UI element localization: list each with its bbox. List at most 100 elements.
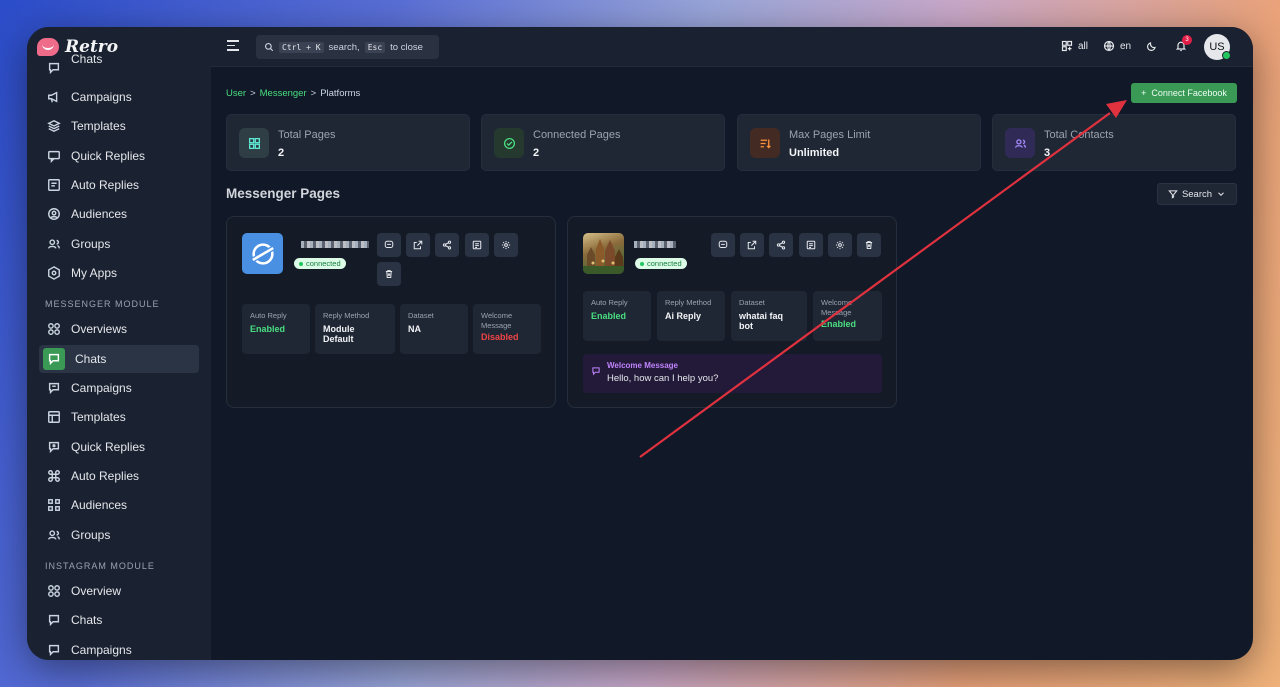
chat-button[interactable] [377, 233, 401, 257]
search-filter-button[interactable]: Search [1157, 183, 1237, 205]
sidebar-item-label: Templates [71, 119, 126, 133]
field-dataset: Dataset whatai faq bot [731, 291, 807, 341]
page-name-redacted [634, 241, 676, 248]
sidebar-item-audiences[interactable]: Audiences [39, 200, 199, 228]
grid-icon [239, 128, 269, 158]
sidebar-item-label: Audiences [71, 498, 128, 512]
sidebar-item-quick-replies-messenger[interactable]: Quick Replies [39, 433, 199, 461]
sidebar-item-label: Chats [71, 613, 103, 627]
sidebar-item-chats[interactable]: Chats [39, 345, 199, 373]
sidebar-item-campaigns[interactable]: Campaigns [39, 83, 199, 111]
settings-button[interactable] [494, 233, 518, 257]
stat-value: 3 [1044, 147, 1051, 159]
field-label: Welcome Message [821, 298, 853, 317]
sidebar-item-campaigns-messenger[interactable]: Campaigns [39, 374, 199, 402]
sidebar-item-groups[interactable]: Groups [39, 230, 199, 258]
sidebar-item-label: Chats [75, 352, 107, 366]
sidebar-item-auto-replies-messenger[interactable]: Auto Replies [39, 462, 199, 490]
sidebar-item-chats-top[interactable]: Chats [39, 53, 199, 75]
details-button[interactable] [799, 233, 823, 257]
section-label-instagram: INSTAGRAM MODULE [45, 561, 155, 571]
menu-toggle-button[interactable] [227, 40, 239, 52]
share-button[interactable] [769, 233, 793, 257]
field-label: Auto Reply [591, 298, 628, 307]
page-avatar[interactable] [583, 233, 624, 274]
delete-button[interactable] [857, 233, 881, 257]
breadcrumb-separator: > [310, 88, 317, 99]
stat-value: 2 [533, 147, 540, 159]
sidebar-item-chats-instagram[interactable]: Chats [39, 606, 199, 634]
share-button[interactable] [435, 233, 459, 257]
notifications-button[interactable]: 3 [1175, 35, 1192, 52]
sidebar-item-templates-messenger[interactable]: Templates [39, 403, 199, 431]
open-external-button[interactable] [740, 233, 764, 257]
settings-button[interactable] [828, 233, 852, 257]
section-label-messenger: MESSENGER MODULE [45, 299, 160, 309]
field-auto-reply: Auto Reply Enabled [242, 304, 310, 354]
field-label: Dataset [739, 298, 765, 307]
sidebar-item-quick-replies[interactable]: Quick Replies [39, 142, 199, 170]
field-welcome-message: Welcome Message Disabled [473, 304, 541, 354]
workspace-selector[interactable]: all [1061, 40, 1088, 52]
breadcrumb-platforms: Platforms [320, 88, 361, 99]
field-value: Enabled [591, 311, 627, 321]
global-search[interactable]: Ctrl + K search, Esc to close [256, 35, 439, 59]
sidebar-item-campaigns-instagram[interactable]: Campaigns [39, 636, 199, 660]
sidebar-item-templates[interactable]: Templates [39, 112, 199, 140]
field-value: Disabled [481, 332, 519, 342]
chat-icon [718, 240, 728, 248]
sidebar-item-my-apps[interactable]: My Apps [39, 259, 199, 287]
sidebar-item-label: Quick Replies [71, 440, 146, 454]
theme-toggle[interactable] [1146, 40, 1158, 52]
megaphone-icon [47, 643, 61, 657]
auto-reply-icon [47, 178, 61, 192]
sidebar-item-label: Auto Replies [71, 469, 140, 483]
field-label: Welcome Message [481, 311, 513, 330]
sidebar-item-audiences-messenger[interactable]: Audiences [39, 491, 199, 519]
document-icon [472, 240, 482, 250]
escape-key: Esc [364, 41, 386, 53]
plus-icon: + [1141, 88, 1147, 98]
stat-value: Unlimited [789, 147, 840, 159]
page-avatar[interactable] [242, 233, 283, 274]
connect-facebook-button[interactable]: + Connect Facebook [1131, 83, 1237, 103]
share-icon [442, 240, 452, 250]
stat-label: Max Pages Limit [789, 129, 871, 141]
user-avatar[interactable]: US [1204, 34, 1231, 60]
megaphone-icon [47, 381, 61, 395]
group-icon [47, 528, 61, 542]
language-selector[interactable]: en [1103, 40, 1131, 52]
chat-icon [47, 61, 61, 75]
details-button[interactable] [465, 233, 489, 257]
megaphone-icon [47, 90, 61, 104]
workspace-icon [1061, 40, 1073, 52]
breadcrumb-messenger[interactable]: Messenger [260, 88, 307, 99]
delete-button[interactable] [377, 262, 401, 286]
document-icon [806, 240, 816, 250]
stat-value: 2 [278, 147, 285, 159]
topbar: Ctrl + K search, Esc to close all en 3 U… [211, 27, 1253, 67]
trash-icon [865, 241, 873, 249]
sidebar-item-auto-replies[interactable]: Auto Replies [39, 171, 199, 199]
gear-icon [835, 240, 845, 250]
sidebar-item-label: My Apps [71, 266, 118, 280]
sidebar-item-label: Quick Replies [71, 149, 146, 163]
stat-label: Connected Pages [533, 129, 621, 141]
external-link-icon [413, 240, 423, 250]
sidebar: Retro Chats Campaigns Templates Quick Re… [27, 27, 211, 660]
sidebar-item-overview-instagram[interactable]: Overview [39, 577, 199, 605]
sidebar-item-overviews[interactable]: Overviews [39, 315, 199, 343]
open-external-button[interactable] [406, 233, 430, 257]
search-hint-close: to close [390, 41, 423, 53]
stat-card-total-pages: Total Pages 2 [226, 114, 470, 171]
message-icon [591, 363, 601, 376]
field-welcome-message: Welcome Message Enabled [813, 291, 882, 341]
grid-icon [47, 322, 61, 336]
sidebar-item-groups-messenger[interactable]: Groups [39, 521, 199, 549]
sidebar-item-label: Overview [71, 584, 122, 598]
breadcrumb-user[interactable]: User [226, 88, 246, 99]
stat-label: Total Pages [278, 129, 336, 141]
search-label: Search [1181, 188, 1213, 200]
chat-button[interactable] [711, 233, 735, 257]
chevron-down-icon [1218, 192, 1224, 196]
